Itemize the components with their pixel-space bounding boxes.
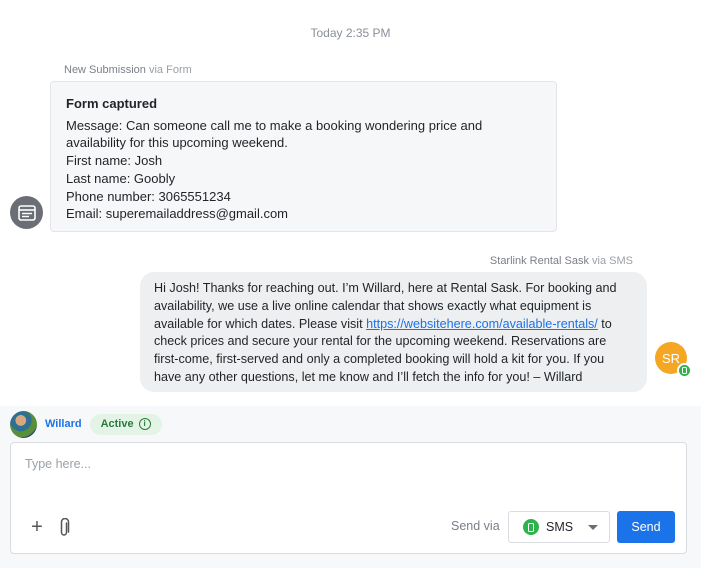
status-label: Active (100, 418, 134, 430)
channel-label: SMS (546, 520, 574, 534)
form-message-meta: New Submission via Form (64, 64, 192, 76)
message-composer: + Send via SMS Send (10, 442, 687, 554)
conversation-thread: Today 2:35 PM New Submission via Form Fo… (0, 0, 701, 406)
sms-sender: Starlink Rental Sask (489, 255, 589, 267)
sms-via: via SMS (592, 255, 633, 267)
form-card-title: Form captured (66, 96, 158, 111)
form-field-email: Email: superemailaddress@gmail.com (66, 206, 288, 222)
agent-row: Willard Active i (10, 410, 162, 438)
status-badge[interactable]: Active i (89, 413, 162, 435)
sms-message-bubble: Hi Josh! Thanks for reaching out. I’m Wi… (140, 272, 647, 392)
sms-message-meta: Starlink Rental Sask via SMS (490, 255, 633, 267)
send-button[interactable]: Send (617, 511, 675, 543)
send-via-label: Send via (451, 519, 500, 533)
form-field-last-name: Last name: Goobly (66, 170, 176, 186)
composer-area: Willard Active i + Send via SMS Send (0, 406, 701, 568)
message-timestamp: Today 2:35 PM (310, 26, 391, 40)
form-source: New Submission (64, 64, 146, 76)
form-captured-card: Form captured Message: Can someone call … (50, 81, 557, 232)
message-input[interactable] (25, 457, 665, 497)
add-attachment-button[interactable]: + (27, 517, 47, 537)
info-icon[interactable]: i (138, 418, 151, 430)
agent-name[interactable]: Willard (45, 418, 82, 430)
form-field-first-name: First name: Josh (66, 153, 163, 169)
chevron-down-icon (588, 525, 598, 530)
form-field-message: Message: Can someone call me to make a b… (66, 117, 483, 151)
form-icon (10, 196, 43, 229)
form-field-phone: Phone number: 3065551234 (66, 188, 231, 204)
form-via: via Form (148, 64, 192, 76)
channel-select[interactable]: SMS (508, 511, 610, 543)
phone-icon (523, 519, 539, 535)
sms-badge-icon (677, 363, 692, 378)
rental-link[interactable]: https://websitehere.com/available-rental… (366, 317, 598, 331)
paperclip-icon[interactable] (57, 517, 73, 538)
agent-avatar (10, 410, 37, 438)
